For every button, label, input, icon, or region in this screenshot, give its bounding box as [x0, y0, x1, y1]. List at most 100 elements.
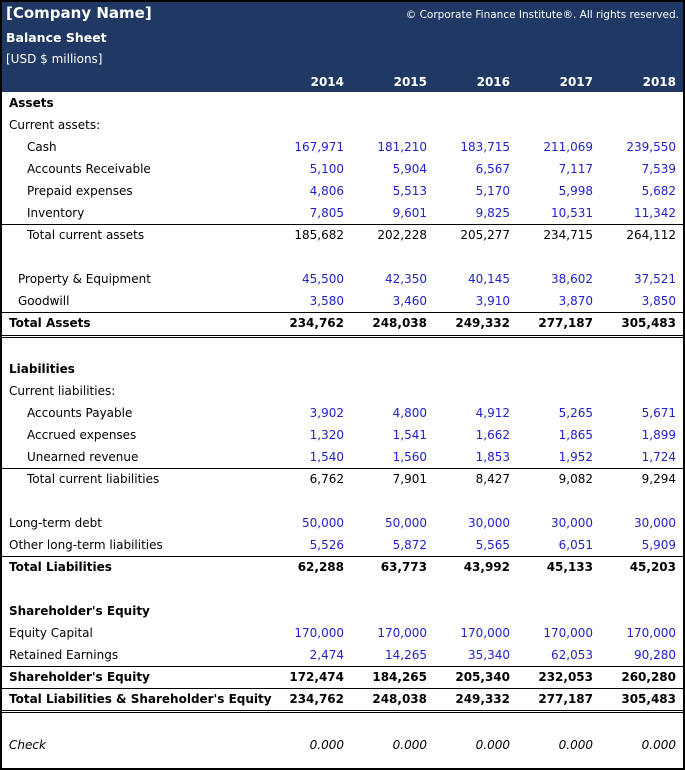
value-cell[interactable]: 3,460: [347, 294, 427, 308]
value-cell[interactable]: 2,474: [264, 648, 344, 662]
value-cell[interactable]: 1,560: [347, 450, 427, 464]
value-cell[interactable]: 50,000: [347, 516, 427, 530]
value-cell[interactable]: 30,000: [596, 516, 676, 530]
value-cell[interactable]: 9,825: [430, 206, 510, 220]
value-cell[interactable]: 5,671: [596, 406, 676, 420]
value-cell[interactable]: 3,580: [264, 294, 344, 308]
value-cell[interactable]: 4,806: [264, 184, 344, 198]
value-cell[interactable]: 11,342: [596, 206, 676, 220]
value-cell[interactable]: 5,682: [596, 184, 676, 198]
value-cell[interactable]: 170,000: [430, 626, 510, 640]
value-cell[interactable]: 8,427: [430, 472, 510, 486]
value-cell[interactable]: 30,000: [430, 516, 510, 530]
value-cell[interactable]: 5,909: [596, 538, 676, 552]
value-cell[interactable]: 7,805: [264, 206, 344, 220]
value-cell[interactable]: 172,474: [264, 670, 344, 684]
value-cell[interactable]: 185,682: [264, 228, 344, 242]
value-cell[interactable]: 5,565: [430, 538, 510, 552]
value-cell[interactable]: 5,872: [347, 538, 427, 552]
value-cell[interactable]: 9,601: [347, 206, 427, 220]
value-cell[interactable]: 305,483: [596, 316, 676, 330]
value-cell[interactable]: 260,280: [596, 670, 676, 684]
value-cell[interactable]: 5,513: [347, 184, 427, 198]
value-cell[interactable]: 1,899: [596, 428, 676, 442]
value-cell[interactable]: 170,000: [347, 626, 427, 640]
value-cell[interactable]: 5,526: [264, 538, 344, 552]
value-cell[interactable]: 234,762: [264, 316, 344, 330]
value-cell[interactable]: 170,000: [513, 626, 593, 640]
value-cell[interactable]: 6,762: [264, 472, 344, 486]
value-cell[interactable]: 0.000: [596, 738, 676, 752]
value-cell[interactable]: 277,187: [513, 316, 593, 330]
value-cell[interactable]: 63,773: [347, 560, 427, 574]
value-cell[interactable]: 234,715: [513, 228, 593, 242]
value-cell[interactable]: 1,541: [347, 428, 427, 442]
value-cell[interactable]: 38,602: [513, 272, 593, 286]
value-cell[interactable]: 40,145: [430, 272, 510, 286]
value-cell[interactable]: 35,340: [430, 648, 510, 662]
value-cell[interactable]: 202,228: [347, 228, 427, 242]
value-cell[interactable]: 1,724: [596, 450, 676, 464]
value-cell[interactable]: 5,100: [264, 162, 344, 176]
value-cell[interactable]: 14,265: [347, 648, 427, 662]
value-cell[interactable]: 211,069: [513, 140, 593, 154]
value-cell[interactable]: 1,952: [513, 450, 593, 464]
value-cell[interactable]: 239,550: [596, 140, 676, 154]
value-cell[interactable]: 184,265: [347, 670, 427, 684]
value-cell[interactable]: 3,850: [596, 294, 676, 308]
value-cell[interactable]: 3,902: [264, 406, 344, 420]
value-cell[interactable]: 1,865: [513, 428, 593, 442]
value-cell[interactable]: 248,038: [347, 692, 427, 706]
value-cell[interactable]: 10,531: [513, 206, 593, 220]
value-cell[interactable]: 3,910: [430, 294, 510, 308]
value-cell[interactable]: 205,340: [430, 670, 510, 684]
value-cell[interactable]: 0.000: [264, 738, 344, 752]
value-cell[interactable]: 264,112: [596, 228, 676, 242]
value-cell[interactable]: 45,500: [264, 272, 344, 286]
value-cell[interactable]: 183,715: [430, 140, 510, 154]
value-cell[interactable]: 1,853: [430, 450, 510, 464]
value-cell[interactable]: 249,332: [430, 316, 510, 330]
value-cell[interactable]: 6,567: [430, 162, 510, 176]
value-cell[interactable]: 205,277: [430, 228, 510, 242]
value-cell[interactable]: 9,082: [513, 472, 593, 486]
value-cell[interactable]: 0.000: [347, 738, 427, 752]
value-cell[interactable]: 30,000: [513, 516, 593, 530]
value-cell[interactable]: 6,051: [513, 538, 593, 552]
value-cell[interactable]: 9,294: [596, 472, 676, 486]
value-cell[interactable]: 43,992: [430, 560, 510, 574]
value-cell[interactable]: 181,210: [347, 140, 427, 154]
value-cell[interactable]: 62,053: [513, 648, 593, 662]
value-cell[interactable]: 37,521: [596, 272, 676, 286]
value-cell[interactable]: 7,901: [347, 472, 427, 486]
value-cell[interactable]: 0.000: [513, 738, 593, 752]
value-cell[interactable]: 4,912: [430, 406, 510, 420]
value-cell[interactable]: 50,000: [264, 516, 344, 530]
value-cell[interactable]: 62,288: [264, 560, 344, 574]
value-cell[interactable]: 1,540: [264, 450, 344, 464]
value-cell[interactable]: 90,280: [596, 648, 676, 662]
value-cell[interactable]: 5,904: [347, 162, 427, 176]
value-cell[interactable]: 45,133: [513, 560, 593, 574]
value-cell[interactable]: 234,762: [264, 692, 344, 706]
value-cell[interactable]: 7,539: [596, 162, 676, 176]
value-cell[interactable]: 167,971: [264, 140, 344, 154]
value-cell[interactable]: 4,800: [347, 406, 427, 420]
value-cell[interactable]: 3,870: [513, 294, 593, 308]
value-cell[interactable]: 42,350: [347, 272, 427, 286]
value-cell[interactable]: 45,203: [596, 560, 676, 574]
value-cell[interactable]: 5,265: [513, 406, 593, 420]
value-cell[interactable]: 5,998: [513, 184, 593, 198]
value-cell[interactable]: 249,332: [430, 692, 510, 706]
value-cell[interactable]: 232,053: [513, 670, 593, 684]
value-cell[interactable]: 170,000: [596, 626, 676, 640]
value-cell[interactable]: 170,000: [264, 626, 344, 640]
value-cell[interactable]: 7,117: [513, 162, 593, 176]
value-cell[interactable]: 5,170: [430, 184, 510, 198]
value-cell[interactable]: 1,320: [264, 428, 344, 442]
value-cell[interactable]: 277,187: [513, 692, 593, 706]
value-cell[interactable]: 1,662: [430, 428, 510, 442]
value-cell[interactable]: 0.000: [430, 738, 510, 752]
value-cell[interactable]: 305,483: [596, 692, 676, 706]
value-cell[interactable]: 248,038: [347, 316, 427, 330]
